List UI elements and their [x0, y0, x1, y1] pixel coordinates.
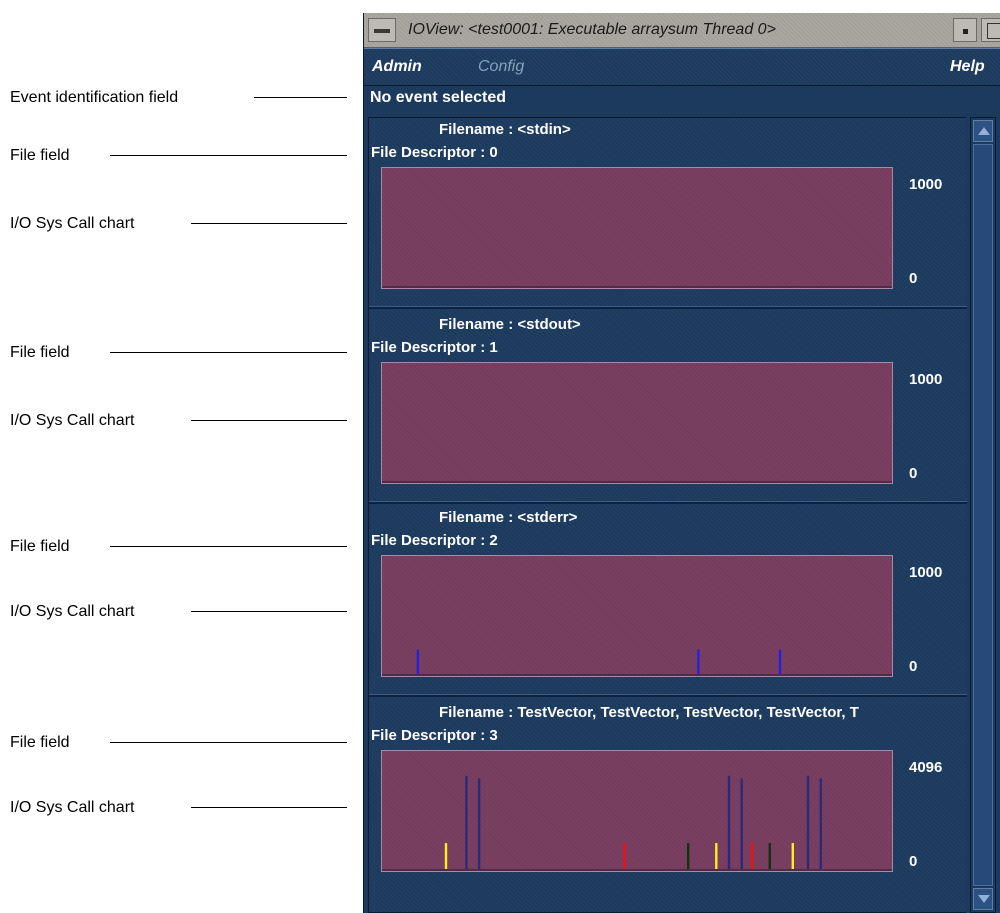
chart-y-max-label: 1000 [909, 176, 943, 193]
callout-leader-line [110, 352, 347, 353]
callout-leader-line [191, 420, 347, 421]
file-descriptor-field: File Descriptor : 2 [371, 532, 498, 549]
chart-y-min-label: 0 [909, 270, 918, 287]
chart-y-min-label: 0 [909, 465, 918, 482]
window-menu-icon [374, 29, 390, 33]
filename-field: Filename : <stdin> [439, 121, 571, 138]
chart-y-min-label: 0 [909, 658, 918, 675]
callout-leader-line [191, 223, 347, 224]
chart-plot [382, 286, 892, 288]
callout-file-field: File field [0, 535, 350, 559]
file-descriptor-field: File Descriptor : 3 [371, 727, 498, 744]
callout-label: File field [10, 734, 70, 751]
chart-plot [382, 775, 892, 871]
window-title: IOView: <test0001: Executable arraysum T… [408, 21, 776, 38]
callout-label: I/O Sys Call chart [10, 215, 135, 232]
filename-field: Filename : TestVector, TestVector, TestV… [439, 704, 859, 721]
callout-label: I/O Sys Call chart [10, 603, 135, 620]
callout-label: File field [10, 538, 70, 555]
panel-divider [369, 694, 967, 697]
sys-call-bar-read[interactable] [806, 775, 810, 869]
minimize-icon [963, 29, 968, 34]
scroll-up-arrow-icon[interactable] [973, 120, 993, 142]
filename-field: Filename : <stdout> [439, 316, 581, 333]
callout-file-field: File field [0, 731, 350, 755]
sys-call-bar-read[interactable] [465, 775, 468, 869]
sys-call-bar-open[interactable] [623, 843, 626, 869]
callout-leader-line [191, 807, 347, 808]
event-identification-field: No event selected [370, 89, 507, 106]
callout-sys-call-chart: I/O Sys Call chart [0, 796, 350, 820]
ioview-window: IOView: <test0001: Executable arraysum T… [363, 13, 1000, 913]
file-panels-area: Filename : <stdin> File Descriptor : 0 1… [368, 117, 967, 913]
menu-help-label: Help [950, 58, 985, 75]
callout-event-field: Event identification field [0, 86, 350, 110]
filename-field: Filename : <stderr> [439, 509, 578, 526]
callout-leader-line [254, 97, 347, 98]
sys-call-bar-close[interactable] [687, 843, 690, 869]
file-descriptor-field: File Descriptor : 1 [371, 339, 498, 356]
chart-plot [382, 481, 892, 483]
sys-call-bar-seek[interactable] [444, 843, 448, 869]
menu-help[interactable]: Help [950, 49, 985, 85]
minimize-button[interactable] [953, 18, 977, 42]
callout-file-field: File field [0, 341, 350, 365]
callout-sys-call-chart: I/O Sys Call chart [0, 409, 350, 433]
sys-call-bar-open[interactable] [750, 843, 754, 869]
menu-admin-label: Admin [372, 58, 422, 75]
chart-y-max-label: 1000 [909, 371, 943, 388]
panel-divider [369, 306, 967, 309]
sys-call-bar-read[interactable] [727, 775, 731, 869]
menu-bar: Admin Config Help [364, 48, 1000, 86]
callout-sys-call-chart: I/O Sys Call chart [0, 212, 350, 236]
callout-sys-call-chart: I/O Sys Call chart [0, 600, 350, 624]
sys-call-bar-read[interactable] [740, 778, 743, 869]
menu-config: Config [478, 49, 524, 85]
callout-label: I/O Sys Call chart [10, 412, 135, 429]
callout-leader-line [191, 611, 347, 612]
callout-leader-line [110, 742, 347, 743]
file-descriptor-field: File Descriptor : 0 [371, 144, 498, 161]
sys-call-bar-write[interactable] [778, 649, 782, 674]
io-sys-call-chart[interactable] [381, 750, 893, 872]
maximize-icon [987, 23, 1000, 39]
window-menu-button[interactable] [368, 18, 396, 42]
chart-y-min-label: 0 [909, 853, 918, 870]
sys-call-bar-write[interactable] [416, 649, 420, 674]
sys-call-bar-seek[interactable] [791, 843, 794, 869]
chart-y-max-label: 1000 [909, 564, 943, 581]
callout-label: I/O Sys Call chart [10, 799, 135, 816]
sys-call-bar-read[interactable] [477, 778, 481, 869]
title-bar[interactable]: IOView: <test0001: Executable arraysum T… [364, 13, 1000, 48]
sys-call-bar-seek[interactable] [715, 843, 718, 869]
scrollbar-thumb[interactable] [973, 144, 993, 886]
menu-config-label: Config [478, 58, 525, 75]
callout-label: Event identification field [10, 89, 179, 106]
io-sys-call-chart[interactable] [381, 362, 893, 484]
scroll-down-arrow-icon[interactable] [973, 888, 993, 910]
panel-divider [369, 501, 967, 504]
menu-admin[interactable]: Admin [372, 49, 422, 85]
vertical-scrollbar[interactable] [970, 117, 996, 913]
callout-label: File field [10, 344, 70, 361]
callout-label: File field [10, 147, 70, 164]
callout-leader-line [110, 546, 347, 547]
chart-plot [382, 649, 892, 676]
sys-call-bar-write[interactable] [697, 649, 700, 674]
maximize-button[interactable] [981, 18, 1000, 42]
callout-leader-line [110, 155, 347, 156]
chart-y-max-label: 4096 [909, 759, 943, 776]
sys-call-bar-read[interactable] [819, 778, 822, 869]
sys-call-bar-close[interactable] [768, 843, 771, 869]
io-sys-call-chart[interactable] [381, 167, 893, 289]
callout-file-field: File field [0, 144, 350, 168]
io-sys-call-chart[interactable] [381, 555, 893, 677]
